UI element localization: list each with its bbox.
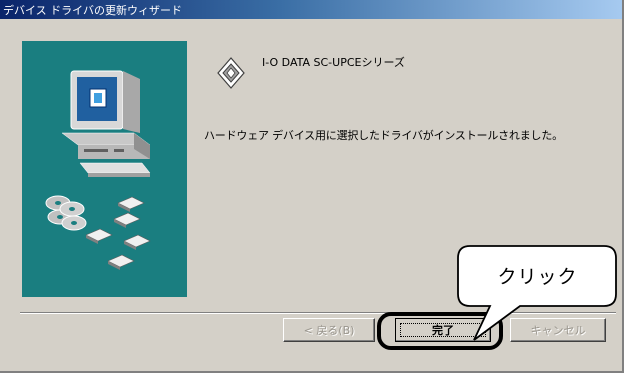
focus-rectangle bbox=[400, 323, 486, 337]
cancel-button[interactable]: キャンセル bbox=[510, 318, 606, 342]
title-bar[interactable]: デバイス ドライバの更新ウィザード bbox=[0, 0, 622, 19]
wizard-diamond-icon bbox=[217, 57, 245, 89]
wizard-window: デバイス ドライバの更新ウィザード I-O DATA SC-UPCEシリーズ ハ… bbox=[0, 0, 624, 373]
floppy-disk-icon bbox=[85, 196, 151, 270]
product-name: I-O DATA SC-UPCEシリーズ bbox=[262, 56, 405, 69]
computer-icon bbox=[61, 70, 151, 177]
back-button[interactable]: < 戻る(B) bbox=[283, 318, 375, 342]
finish-button[interactable]: 完了 bbox=[395, 318, 491, 342]
callout-text: クリック bbox=[497, 266, 578, 288]
completion-message: ハードウェア デバイス用に選択したドライバがインストールされました。 bbox=[204, 129, 563, 142]
wizard-side-panel bbox=[22, 41, 187, 297]
divider bbox=[20, 312, 616, 314]
window-title: デバイス ドライバの更新ウィザード bbox=[3, 4, 182, 17]
cd-disc-icon bbox=[45, 195, 87, 231]
